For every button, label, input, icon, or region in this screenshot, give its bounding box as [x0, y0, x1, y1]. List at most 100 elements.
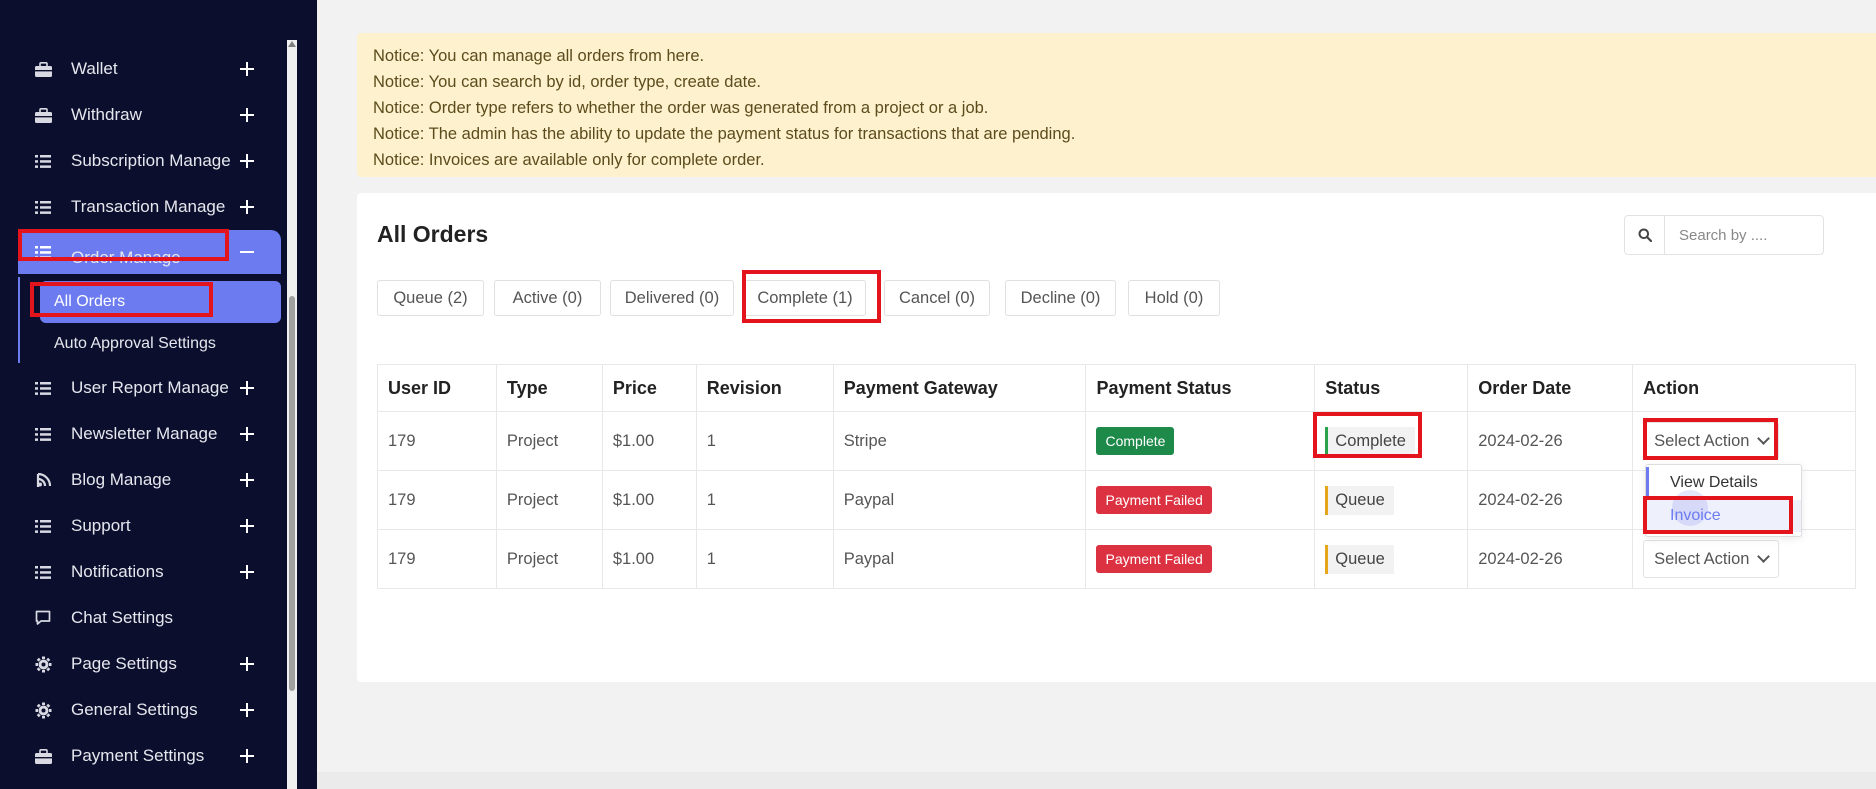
column-header: Action: [1632, 364, 1856, 412]
notice-panel: Notice: You can manage all orders from h…: [357, 33, 1876, 177]
sidebar-item-label: Support: [71, 516, 131, 535]
notice-line: Notice: The admin has the ability to upd…: [373, 125, 1076, 143]
tab-decline[interactable]: Decline (0): [1005, 280, 1116, 316]
cell-price: $1.00: [601, 470, 697, 530]
tab-complete[interactable]: Complete (1): [744, 280, 866, 316]
sidebar-item-label: Withdraw: [71, 105, 142, 124]
status-badge: Queue: [1325, 485, 1394, 515]
cell-revision: 1: [695, 470, 834, 530]
sidebar-item-chat-settings[interactable]: Chat Settings: [18, 596, 281, 640]
plus-icon[interactable]: [235, 560, 259, 584]
cell-gateway: Paypal: [832, 529, 1087, 589]
plus-icon[interactable]: [235, 468, 259, 492]
payment-status-badge[interactable]: Complete: [1096, 427, 1175, 455]
blog-icon: [32, 469, 54, 491]
column-header: Payment Gateway: [832, 364, 1087, 412]
sidebar-item-general-settings[interactable]: General Settings: [18, 688, 281, 732]
sidebar-item-payment-settings[interactable]: Payment Settings: [18, 734, 281, 778]
sidebar-item-user-report-manage[interactable]: User Report Manage: [18, 366, 281, 410]
orders-card: All Orders Queue (2) Active (0) Delivere…: [357, 193, 1876, 682]
sidebar-item-wallet[interactable]: Wallet: [18, 47, 281, 91]
sidebar-item-label: Transaction Manage: [71, 197, 226, 216]
list-icon: [32, 150, 54, 172]
sidebar-item-label: User Report Manage: [71, 378, 229, 397]
cell-action: Select Action: [1632, 529, 1856, 589]
dropdown-item-view-details[interactable]: View Details: [1646, 467, 1801, 499]
plus-icon[interactable]: [235, 652, 259, 676]
payment-status-badge[interactable]: Payment Failed: [1096, 486, 1212, 514]
column-header: User ID: [377, 364, 497, 412]
sidebar-scroll-thumb[interactable]: [289, 296, 295, 691]
cell-type: Project: [495, 470, 603, 530]
select-action-dropdown[interactable]: Select Action: [1643, 540, 1780, 578]
action-dropdown-menu: View Details Invoice: [1645, 464, 1802, 537]
tab-cancel[interactable]: Cancel (0): [884, 280, 990, 316]
plus-icon[interactable]: [235, 744, 259, 768]
plus-icon[interactable]: [235, 514, 259, 538]
plus-icon[interactable]: [235, 57, 259, 81]
cell-user-id: 179: [377, 411, 497, 471]
plus-icon[interactable]: [235, 195, 259, 219]
sidebar-subitem-all-orders[interactable]: All Orders: [40, 281, 281, 323]
scroll-up-arrow-icon[interactable]: [288, 41, 296, 47]
sidebar-item-label: Chat Settings: [71, 608, 174, 627]
plus-icon[interactable]: [235, 698, 259, 722]
cell-gateway: Paypal: [832, 470, 1087, 530]
table-row: 179 Project $1.00 1 Stripe Complete Comp…: [377, 411, 1856, 471]
cell-status: Complete: [1314, 411, 1469, 471]
sidebar-item-label: Order Manage: [71, 248, 181, 267]
sidebar-item-subscription-manage[interactable]: Subscription Manage: [18, 139, 281, 183]
chevron-down-icon: [1757, 432, 1771, 445]
status-badge: Queue: [1325, 544, 1394, 574]
sidebar-item-label: Notifications: [71, 562, 164, 581]
minus-icon[interactable]: [235, 240, 259, 264]
tab-hold[interactable]: Hold (0): [1128, 280, 1220, 316]
orders-table: User ID Type Price Revision Payment Gate…: [377, 364, 1856, 589]
sidebar-item-label: Page Settings: [71, 654, 177, 673]
notice-line: Notice: Order type refers to whether the…: [373, 99, 989, 117]
tab-queue[interactable]: Queue (2): [377, 280, 484, 316]
sidebar-item-page-settings[interactable]: Page Settings: [18, 642, 281, 686]
cell-user-id: 179: [377, 470, 497, 530]
cell-status: Queue: [1314, 529, 1469, 589]
column-header: Price: [601, 364, 697, 412]
sidebar-item-transaction-manage[interactable]: Transaction Manage: [18, 185, 281, 229]
tab-delivered[interactable]: Delivered (0): [610, 280, 734, 316]
sidebar-item-newsletter-manage[interactable]: Newsletter Manage: [18, 412, 281, 456]
page-footer-strip: [317, 772, 1876, 789]
sidebar: Wallet Withdraw Subscription Manage Tran…: [0, 0, 317, 789]
search-icon[interactable]: [1625, 216, 1665, 254]
sidebar-item-label: General Settings: [71, 700, 198, 719]
sidebar-item-order-manage[interactable]: Order Manage: [18, 230, 281, 274]
column-header: Payment Status: [1085, 364, 1316, 412]
sidebar-item-label: Wallet: [71, 59, 118, 78]
sidebar-subitem-auto-approval-settings[interactable]: Auto Approval Settings: [40, 323, 281, 365]
cell-payment-status: Payment Failed: [1085, 470, 1316, 530]
sidebar-item-withdraw[interactable]: Withdraw: [18, 93, 281, 137]
list-icon: [32, 377, 54, 399]
sidebar-item-notifications[interactable]: Notifications: [18, 550, 281, 594]
briefcase-icon: [32, 745, 54, 767]
search-box: [1624, 215, 1824, 255]
column-header: Order Date: [1467, 364, 1634, 412]
table-row: 179 Project $1.00 1 Paypal Payment Faile…: [377, 470, 1856, 530]
notice-line: Notice: You can manage all orders from h…: [373, 47, 705, 65]
status-badge: Complete: [1325, 426, 1415, 456]
search-input[interactable]: [1665, 217, 1821, 253]
plus-icon[interactable]: [235, 422, 259, 446]
list-icon: [32, 561, 54, 583]
cell-date: 2024-02-26: [1467, 411, 1634, 471]
cell-revision: 1: [695, 411, 834, 471]
sidebar-item-blog-manage[interactable]: Blog Manage: [18, 458, 281, 502]
sidebar-subitem-label: All Orders: [54, 293, 126, 310]
dropdown-item-invoice[interactable]: Invoice: [1646, 500, 1801, 532]
sidebar-item-support[interactable]: Support: [18, 504, 281, 548]
payment-status-badge[interactable]: Payment Failed: [1096, 545, 1212, 573]
plus-icon[interactable]: [235, 376, 259, 400]
briefcase-icon: [32, 104, 54, 126]
tab-active[interactable]: Active (0): [494, 280, 601, 316]
select-action-dropdown[interactable]: Select Action: [1643, 422, 1780, 460]
click-indicator: [1672, 490, 1708, 526]
plus-icon[interactable]: [235, 149, 259, 173]
plus-icon[interactable]: [235, 103, 259, 127]
